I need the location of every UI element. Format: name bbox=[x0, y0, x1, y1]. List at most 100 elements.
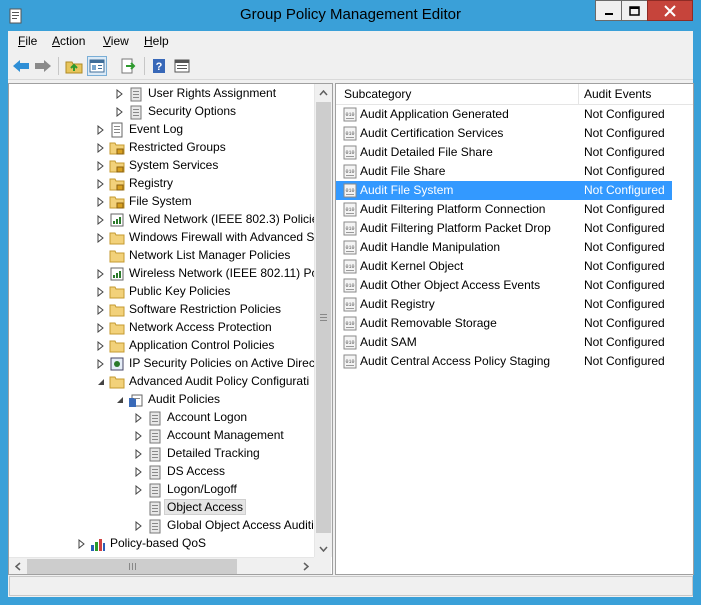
subcategory-cell: Audit File Share bbox=[360, 164, 446, 178]
tree-item-label: Restricted Groups bbox=[129, 140, 226, 154]
list-row-selected[interactable]: 010 Audit File System Not Configured bbox=[336, 181, 672, 200]
audit-events-cell: Not Configured bbox=[584, 259, 665, 273]
scroll-down-button[interactable] bbox=[315, 540, 332, 557]
list-row[interactable]: 010 Audit Registry Not Configured bbox=[336, 295, 672, 314]
expand-arrow-icon[interactable] bbox=[135, 467, 143, 477]
expand-arrow-icon[interactable] bbox=[97, 269, 105, 279]
tree-item[interactable]: Network List Manager Policies bbox=[9, 247, 314, 265]
expand-arrow-icon[interactable] bbox=[97, 179, 105, 189]
collapse-arrow-icon[interactable] bbox=[97, 377, 105, 387]
tree-item-label: Wired Network (IEEE 802.3) Policies bbox=[129, 212, 314, 226]
expand-arrow-icon[interactable] bbox=[97, 161, 105, 171]
forward-button[interactable] bbox=[33, 56, 53, 76]
list-row[interactable]: 010 Audit Kernel Object Not Configured bbox=[336, 257, 672, 276]
expand-arrow-icon[interactable] bbox=[97, 125, 105, 135]
expand-arrow-icon[interactable] bbox=[135, 449, 143, 459]
scroll-up-button[interactable] bbox=[315, 84, 332, 101]
tree-item[interactable]: Policy-based QoS bbox=[9, 535, 314, 553]
title-bar[interactable]: Group Policy Management Editor bbox=[0, 0, 701, 31]
list-row[interactable]: 010 Audit Handle Manipulation Not Configur… bbox=[336, 238, 672, 257]
expand-arrow-icon[interactable] bbox=[116, 107, 124, 117]
tree-item[interactable]: Application Control Policies bbox=[9, 337, 314, 355]
tree-item[interactable]: Software Restriction Policies bbox=[9, 301, 314, 319]
tree-item[interactable]: Security Options bbox=[9, 103, 314, 121]
scroll-right-button[interactable] bbox=[297, 558, 314, 574]
tree-item[interactable]: Public Key Policies bbox=[9, 283, 314, 301]
tree-item[interactable]: Global Object Access Auditi bbox=[9, 517, 314, 535]
list-row[interactable]: 010 Audit SAM Not Configured bbox=[336, 333, 672, 352]
expand-arrow-icon[interactable] bbox=[135, 431, 143, 441]
tree-item[interactable]: User Rights Assignment bbox=[9, 85, 314, 103]
up-one-level-button[interactable] bbox=[64, 56, 84, 76]
list-row[interactable]: 010 Audit Filtering Platform Connection No… bbox=[336, 200, 672, 219]
scroll-thumb[interactable] bbox=[27, 559, 237, 574]
expand-arrow-icon[interactable] bbox=[97, 233, 105, 243]
expand-arrow-icon[interactable] bbox=[97, 323, 105, 333]
expand-arrow-icon[interactable] bbox=[97, 287, 105, 297]
menu-view[interactable]: View bbox=[103, 34, 129, 48]
list-row[interactable]: 010 Audit Detailed File Share Not Configur… bbox=[336, 143, 672, 162]
tree-item[interactable]: Audit Policies bbox=[9, 391, 314, 409]
expand-arrow-icon[interactable] bbox=[97, 305, 105, 315]
audit-events-cell: Not Configured bbox=[584, 316, 665, 330]
expand-arrow-icon[interactable] bbox=[97, 359, 105, 369]
tree-item[interactable]: File System bbox=[9, 193, 314, 211]
close-button[interactable] bbox=[647, 0, 693, 21]
tree-item[interactable]: Logon/Logoff bbox=[9, 481, 314, 499]
console-tree-pane[interactable]: User Rights Assignment Security Options … bbox=[8, 83, 333, 575]
column-header-audit-events[interactable]: Audit Events bbox=[584, 87, 651, 101]
tree-item[interactable]: IP Security Policies on Active Direct bbox=[9, 355, 314, 373]
tree-item[interactable]: Account Logon bbox=[9, 409, 314, 427]
list-row[interactable]: 010 Audit Removable Storage Not Configured bbox=[336, 314, 672, 333]
scroll-left-button[interactable] bbox=[9, 558, 26, 574]
list-row[interactable]: 010 Audit Filtering Platform Packet Drop N… bbox=[336, 219, 672, 238]
tree-item[interactable]: Event Log bbox=[9, 121, 314, 139]
tree-item[interactable]: DS Access bbox=[9, 463, 314, 481]
expand-arrow-icon[interactable] bbox=[97, 215, 105, 225]
export-list-button[interactable] bbox=[118, 56, 138, 76]
back-button[interactable] bbox=[11, 56, 31, 76]
expand-arrow-icon[interactable] bbox=[135, 413, 143, 423]
tree-item-selected[interactable]: Object Access bbox=[9, 499, 314, 517]
menu-file[interactable]: File bbox=[18, 34, 37, 48]
expand-arrow-icon[interactable] bbox=[135, 485, 143, 495]
column-header-subcategory[interactable]: Subcategory bbox=[344, 87, 411, 101]
policy-icon bbox=[149, 519, 161, 534]
list-row[interactable]: 010 Audit Certification Services Not Confi… bbox=[336, 124, 672, 143]
tree-vertical-scrollbar[interactable] bbox=[314, 84, 332, 557]
results-list-pane[interactable]: Subcategory Audit Events 010 Audit Applic… bbox=[335, 83, 694, 575]
column-divider[interactable] bbox=[578, 84, 579, 104]
expand-arrow-icon[interactable] bbox=[97, 197, 105, 207]
maximize-button[interactable] bbox=[621, 0, 648, 21]
expand-arrow-icon[interactable] bbox=[97, 143, 105, 153]
tree-item[interactable]: Network Access Protection bbox=[9, 319, 314, 337]
expand-arrow-icon[interactable] bbox=[97, 341, 105, 351]
help-button[interactable]: ? bbox=[149, 56, 169, 76]
expand-arrow-icon[interactable] bbox=[116, 89, 124, 99]
tree-item[interactable]: System Services bbox=[9, 157, 314, 175]
collapse-arrow-icon[interactable] bbox=[116, 395, 124, 405]
minimize-button[interactable] bbox=[595, 0, 622, 21]
tree-item[interactable]: Restricted Groups bbox=[9, 139, 314, 157]
tree-item[interactable]: Registry bbox=[9, 175, 314, 193]
properties-button[interactable] bbox=[172, 56, 192, 76]
tree-horizontal-scrollbar[interactable] bbox=[9, 557, 314, 574]
tree-item[interactable]: Advanced Audit Policy Configurati bbox=[9, 373, 314, 391]
audit-events-cell: Not Configured bbox=[584, 202, 665, 216]
list-row[interactable]: 010 Audit Application Generated Not Config… bbox=[336, 105, 672, 124]
list-row[interactable]: 010 Audit Other Object Access Events Not C… bbox=[336, 276, 672, 295]
status-bar bbox=[8, 575, 693, 597]
tree-item[interactable]: Wired Network (IEEE 802.3) Policies bbox=[9, 211, 314, 229]
expand-arrow-icon[interactable] bbox=[78, 539, 86, 549]
show-hide-console-tree-button[interactable] bbox=[87, 56, 107, 76]
menu-action[interactable]: Action bbox=[52, 34, 85, 48]
tree-item[interactable]: Detailed Tracking bbox=[9, 445, 314, 463]
list-row[interactable]: 010 Audit File Share Not Configured bbox=[336, 162, 672, 181]
menu-help[interactable]: Help bbox=[144, 34, 169, 48]
tree-item[interactable]: Windows Firewall with Advanced S bbox=[9, 229, 314, 247]
tree-item[interactable]: Wireless Network (IEEE 802.11) Poli bbox=[9, 265, 314, 283]
expand-arrow-icon[interactable] bbox=[135, 521, 143, 531]
tree-item[interactable]: Account Management bbox=[9, 427, 314, 445]
list-row[interactable]: 010 Audit Central Access Policy Staging No… bbox=[336, 352, 672, 371]
scroll-thumb[interactable] bbox=[316, 102, 331, 533]
